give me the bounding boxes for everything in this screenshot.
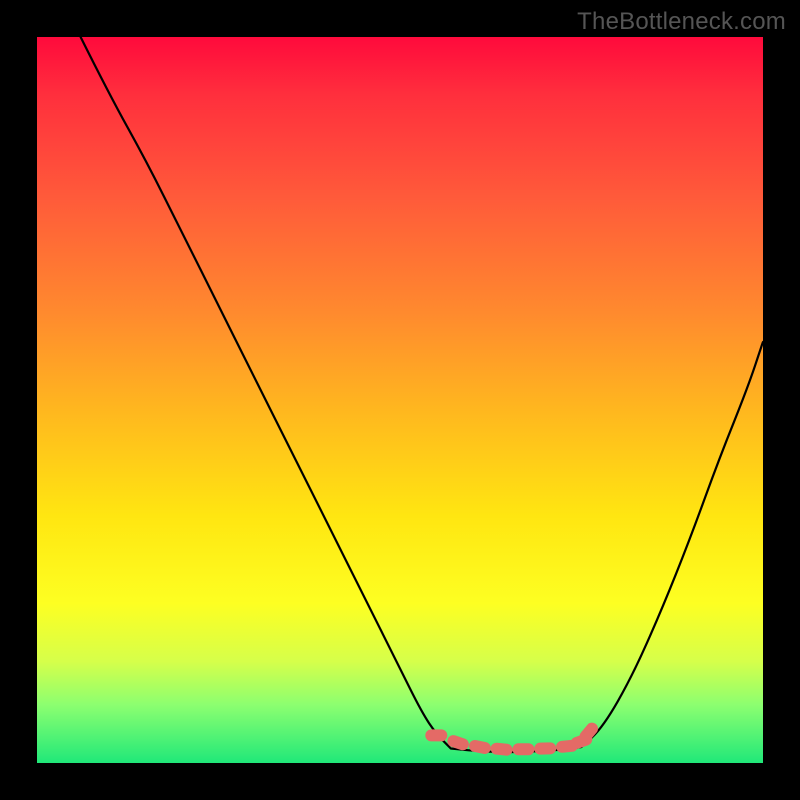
floor-marker (512, 743, 534, 755)
floor-marker (534, 742, 556, 755)
chart-svg (37, 37, 763, 763)
floor-marker (468, 739, 492, 755)
bottleneck-curve (81, 37, 763, 752)
floor-marker (490, 742, 513, 756)
plot-area (37, 37, 763, 763)
chart-frame: TheBottleneck.com (0, 0, 800, 800)
floor-markers (425, 720, 600, 756)
floor-marker (425, 729, 447, 741)
watermark-text: TheBottleneck.com (577, 8, 786, 36)
